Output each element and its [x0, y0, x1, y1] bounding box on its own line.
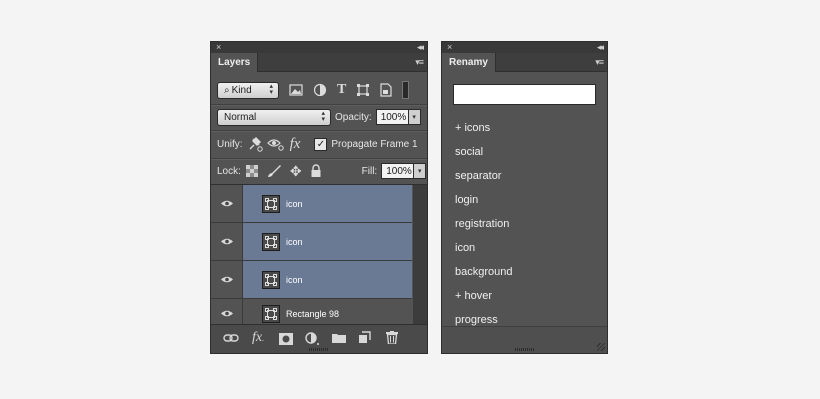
- renamy-panel-titlebar: × ◂◂: [442, 42, 607, 53]
- layers-tabbar: Layers ▾≡: [211, 53, 427, 72]
- filter-kind-label: Kind: [231, 84, 252, 96]
- search-icon: ⌕: [224, 84, 230, 96]
- propagate-checkbox[interactable]: ✓: [314, 137, 328, 151]
- visibility-toggle[interactable]: [211, 185, 243, 222]
- dropdown-arrows-icon: ▴ ▾: [321, 109, 325, 123]
- layer-filter-row: ⌕ Kind ▴ ▾ T: [211, 79, 427, 101]
- unify-visibility-icon[interactable]: [266, 136, 285, 152]
- layer-name: icon: [286, 198, 303, 209]
- unify-style-icon[interactable]: fx: [290, 136, 301, 153]
- tab-renamy[interactable]: Renamy: [442, 53, 496, 72]
- type-filter-icon[interactable]: T: [337, 82, 346, 98]
- eye-icon: [220, 238, 233, 245]
- blend-row: Normal ▴ ▾ Opacity: 100% ▾: [211, 106, 427, 128]
- lock-pixels-icon[interactable]: [266, 164, 282, 178]
- list-item[interactable]: progress: [455, 314, 498, 326]
- mask-icon[interactable]: [279, 333, 293, 345]
- blend-mode-dropdown[interactable]: Normal ▴ ▾: [217, 108, 331, 126]
- rename-input[interactable]: [453, 84, 596, 105]
- filter-kind-dropdown[interactable]: ⌕ Kind ▴ ▾: [217, 81, 279, 99]
- list-item[interactable]: registration: [455, 218, 509, 230]
- renamy-tabbar: Renamy ▾≡: [442, 53, 607, 72]
- adjustment-icon[interactable]: [305, 332, 321, 346]
- eye-icon: [220, 200, 233, 207]
- renamy-footer: [442, 326, 607, 353]
- close-icon[interactable]: ×: [447, 42, 452, 53]
- opacity-dropdown-arrow[interactable]: ▾: [408, 109, 421, 125]
- layer-list: icon icon icon Rectangle 98: [211, 184, 427, 328]
- layer-row[interactable]: icon: [211, 185, 412, 223]
- opacity-label: Opacity:: [335, 111, 372, 123]
- tab-layers[interactable]: Layers: [211, 53, 259, 72]
- layers-panel-titlebar: × ◂◂: [211, 42, 427, 53]
- filter-toggle-switch[interactable]: [402, 81, 410, 99]
- lock-label: Lock:: [217, 165, 241, 177]
- resize-grip[interactable]: [514, 348, 535, 351]
- collapse-icon[interactable]: ◂◂: [417, 42, 424, 53]
- layer-row[interactable]: icon: [211, 261, 412, 299]
- eye-icon: [220, 276, 233, 283]
- adjustment-filter-icon[interactable]: [313, 83, 327, 97]
- panel-menu-icon[interactable]: ▾≡: [415, 57, 424, 68]
- shape-filter-icon[interactable]: [356, 83, 370, 97]
- layer-shape-thumbnail-icon: [262, 304, 280, 323]
- fill-field[interactable]: 100%: [381, 163, 415, 179]
- image-filter-icon[interactable]: [289, 84, 303, 96]
- panel-menu-icon[interactable]: ▾≡: [595, 57, 604, 68]
- lock-all-icon[interactable]: [310, 164, 322, 178]
- fx-icon[interactable]: fx.: [252, 330, 264, 346]
- layer-name: icon: [286, 236, 303, 247]
- visibility-toggle[interactable]: [211, 261, 243, 298]
- fill-label: Fill:: [361, 165, 378, 177]
- opacity-field[interactable]: 100%: [375, 109, 409, 125]
- collapse-icon[interactable]: ◂◂: [597, 42, 604, 53]
- lock-position-icon[interactable]: ✥: [290, 163, 302, 180]
- layer-shape-thumbnail-icon: [262, 270, 280, 289]
- layer-shape-thumbnail-icon: [262, 194, 280, 213]
- visibility-toggle[interactable]: [211, 223, 243, 260]
- renamy-panel: × ◂◂ Renamy ▾≡ + icons social separator …: [441, 41, 608, 354]
- blend-mode-value: Normal: [224, 111, 257, 123]
- link-icon[interactable]: [223, 333, 239, 343]
- layer-shape-thumbnail-icon: [262, 232, 280, 251]
- propagate-frame-label: Propagate Frame 1: [331, 138, 418, 150]
- lock-transparent-icon[interactable]: [245, 165, 258, 177]
- resize-grip[interactable]: [309, 348, 329, 351]
- layers-panel: × ◂◂ Layers ▾≡ ⌕ Kind ▴ ▾ T Normal ▴ ▾ O…: [210, 41, 428, 354]
- rename-list: + icons social separator login registrat…: [442, 115, 607, 327]
- list-item[interactable]: login: [455, 194, 478, 206]
- trash-icon[interactable]: [386, 331, 398, 344]
- fill-dropdown-arrow[interactable]: ▾: [414, 163, 427, 179]
- list-item[interactable]: social: [455, 146, 483, 158]
- layers-bottom-bar: fx.: [211, 324, 427, 353]
- layer-row[interactable]: icon: [211, 223, 412, 261]
- list-item[interactable]: + icons: [455, 122, 490, 134]
- eye-icon: [220, 310, 233, 317]
- layer-list-scrollbar[interactable]: [413, 185, 427, 328]
- smart-object-filter-icon[interactable]: [380, 83, 392, 97]
- new-layer-icon[interactable]: [359, 331, 371, 344]
- layer-name: Rectangle 98: [286, 308, 340, 319]
- close-icon[interactable]: ×: [216, 42, 221, 53]
- dropdown-arrows-icon: ▴ ▾: [269, 82, 273, 96]
- folder-icon[interactable]: [332, 332, 346, 344]
- lock-row: Lock: ✥ Fill: 100% ▾: [211, 161, 427, 181]
- layer-name: icon: [286, 274, 303, 285]
- list-item[interactable]: icon: [455, 242, 475, 254]
- list-item[interactable]: separator: [455, 170, 501, 182]
- unify-row: Unify: fx ✓ Propagate Frame 1: [211, 132, 427, 156]
- list-item[interactable]: background: [455, 266, 513, 278]
- list-item[interactable]: + hover: [455, 290, 492, 302]
- resize-corner-icon[interactable]: [597, 343, 605, 351]
- unify-label: Unify:: [217, 138, 243, 150]
- unify-position-icon[interactable]: [247, 136, 263, 152]
